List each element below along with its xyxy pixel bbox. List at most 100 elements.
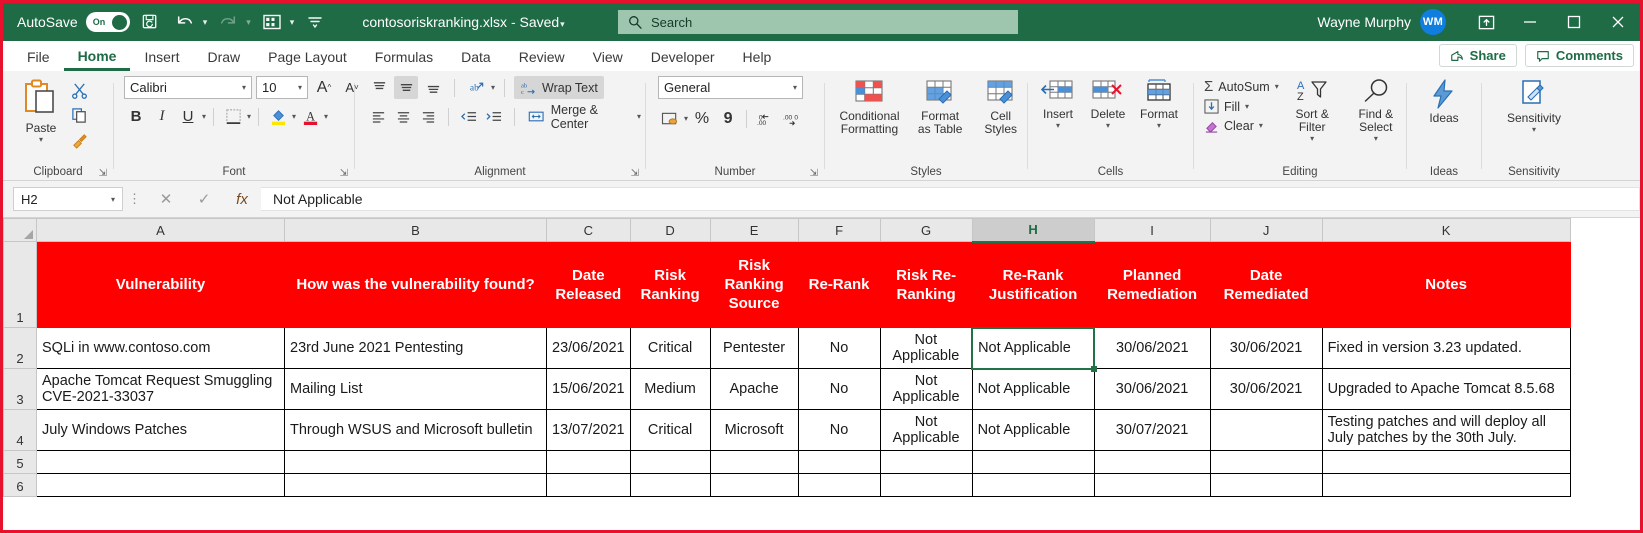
header-cell-date-released[interactable]: Date Released	[546, 241, 631, 328]
clear-caret[interactable]: ▾	[1259, 121, 1263, 130]
cell-e3[interactable]: Apache	[709, 368, 799, 410]
accounting-caret[interactable]: ▾	[684, 114, 688, 123]
touch-mode-caret[interactable]: ▾	[290, 17, 295, 28]
redo-icon[interactable]	[215, 9, 241, 35]
tab-home[interactable]: Home	[63, 43, 131, 71]
cancel-icon[interactable]: ✕	[147, 187, 185, 211]
sort-filter-button[interactable]: A Z Sort & Filter ▾	[1285, 76, 1340, 145]
paste-button[interactable]: Paste ▾	[15, 76, 67, 146]
cell-k3[interactable]: Upgraded to Apache Tomcat 8.5.68	[1321, 368, 1571, 410]
search-input[interactable]: Search	[618, 10, 1018, 34]
insert-caret[interactable]: ▾	[1056, 121, 1060, 130]
tab-insert[interactable]: Insert	[130, 43, 193, 71]
row-header-6[interactable]: 6	[3, 473, 37, 497]
cell-f6[interactable]	[797, 473, 881, 497]
spreadsheet-grid[interactable]: A B C D E F G H I J K 1 Vulnerability Ho…	[3, 218, 1640, 530]
orientation-button[interactable]: ab	[464, 76, 488, 99]
delete-caret[interactable]: ▾	[1106, 121, 1110, 130]
cell-d4[interactable]: Critical	[629, 409, 711, 451]
undo-icon[interactable]	[172, 9, 198, 35]
cell-g4[interactable]: Not Applicable	[879, 409, 973, 451]
format-caret[interactable]: ▾	[1157, 121, 1161, 130]
font-color-caret[interactable]: ▾	[324, 112, 328, 121]
alignment-dialog-launcher[interactable]: ⇲	[631, 165, 639, 183]
cell-g2[interactable]: Not Applicable	[879, 327, 973, 369]
cell-i3[interactable]: 30/06/2021	[1093, 368, 1211, 410]
merge-center-caret[interactable]: ▾	[637, 112, 641, 121]
increase-indent-button[interactable]	[483, 105, 505, 128]
tab-draw[interactable]: Draw	[193, 43, 254, 71]
cell-h4[interactable]: Not Applicable	[971, 409, 1095, 451]
column-header-k[interactable]: K	[1321, 218, 1571, 242]
bold-button[interactable]: B	[124, 105, 148, 128]
cell-e2[interactable]: Pentester	[709, 327, 799, 369]
share-button[interactable]: Share	[1438, 44, 1517, 67]
cell-j5[interactable]	[1209, 450, 1323, 474]
ribbon-display-options-icon[interactable]	[1464, 3, 1508, 41]
formula-input[interactable]: Not Applicable	[261, 187, 1640, 211]
save-icon[interactable]	[138, 9, 164, 35]
underline-caret[interactable]: ▾	[202, 112, 206, 121]
column-header-g[interactable]: G	[879, 218, 973, 242]
chevron-down-icon[interactable]: ▾	[298, 83, 302, 92]
column-header-d[interactable]: D	[629, 218, 711, 242]
column-header-b[interactable]: B	[284, 218, 547, 242]
accounting-format-button[interactable]	[658, 107, 682, 130]
italic-button[interactable]: I	[150, 105, 174, 128]
ideas-button[interactable]: Ideas	[1423, 76, 1465, 127]
column-header-c[interactable]: C	[546, 218, 631, 242]
header-cell-planned-remediation[interactable]: Planned Remediation	[1093, 241, 1211, 328]
decrease-decimal-button[interactable]: .00 0	[779, 107, 803, 130]
sensitivity-button[interactable]: Sensitivity ▾	[1501, 76, 1567, 136]
cell-k6[interactable]	[1321, 473, 1571, 497]
undo-dropdown-caret[interactable]: ▾	[203, 17, 208, 28]
underline-button[interactable]: U	[176, 105, 200, 128]
header-cell-date-remediated[interactable]: Date Remediated	[1209, 241, 1323, 328]
column-header-f[interactable]: F	[797, 218, 881, 242]
header-cell-notes[interactable]: Notes	[1321, 241, 1571, 328]
cell-g3[interactable]: Not Applicable	[879, 368, 973, 410]
cell-b3[interactable]: Mailing List	[284, 368, 547, 410]
close-icon[interactable]	[1596, 3, 1640, 41]
format-as-table-button[interactable]: Format as Table	[910, 76, 970, 138]
find-select-button[interactable]: Find & Select ▾	[1346, 76, 1406, 145]
cell-b4[interactable]: Through WSUS and Microsoft bulletin	[284, 409, 547, 451]
fill-color-caret[interactable]: ▾	[292, 112, 296, 121]
fill-color-button[interactable]	[266, 105, 290, 128]
cell-h5[interactable]	[971, 450, 1095, 474]
cell-b6[interactable]	[284, 473, 547, 497]
align-bottom-button[interactable]	[421, 76, 445, 99]
insert-cells-button[interactable]: Insert ▾	[1034, 76, 1082, 132]
cell-a4[interactable]: July Windows Patches	[36, 409, 285, 451]
cell-b5[interactable]	[284, 450, 547, 474]
tab-view[interactable]: View	[579, 43, 637, 71]
cell-g5[interactable]	[879, 450, 973, 474]
chevron-down-icon[interactable]: ▾	[242, 83, 246, 92]
maximize-icon[interactable]	[1552, 3, 1596, 41]
cell-c4[interactable]: 13/07/2021	[546, 409, 631, 451]
tab-data[interactable]: Data	[447, 43, 505, 71]
cell-f2[interactable]: No	[797, 327, 881, 369]
cell-h2[interactable]: Not Applicable	[971, 326, 1098, 372]
align-top-button[interactable]	[367, 76, 391, 99]
cell-f3[interactable]: No	[797, 368, 881, 410]
align-middle-button[interactable]	[394, 76, 418, 99]
cell-k2[interactable]: Fixed in version 3.23 updated.	[1321, 327, 1571, 369]
cell-i6[interactable]	[1093, 473, 1211, 497]
percent-style-button[interactable]: %	[690, 107, 714, 130]
conditional-formatting-button[interactable]: Conditional Formatting	[833, 76, 906, 138]
touch-mode-icon[interactable]	[259, 9, 285, 35]
cell-styles-button[interactable]: Cell Styles	[974, 76, 1027, 138]
decrease-indent-button[interactable]	[458, 105, 480, 128]
cell-e5[interactable]	[709, 450, 799, 474]
comma-style-button[interactable]: 9	[716, 107, 740, 130]
cell-a3[interactable]: Apache Tomcat Request Smuggling CVE-2021…	[36, 368, 285, 410]
delete-cells-button[interactable]: Delete ▾	[1084, 76, 1132, 132]
align-center-button[interactable]	[392, 105, 414, 128]
row-header-4[interactable]: 4	[3, 409, 37, 451]
header-cell-vulnerability[interactable]: Vulnerability	[36, 241, 285, 328]
enter-icon[interactable]: ✓	[185, 187, 223, 211]
fill-label[interactable]: Fill	[1224, 100, 1240, 114]
cut-icon[interactable]	[67, 79, 91, 102]
autosum-caret[interactable]: ▾	[1275, 82, 1279, 91]
